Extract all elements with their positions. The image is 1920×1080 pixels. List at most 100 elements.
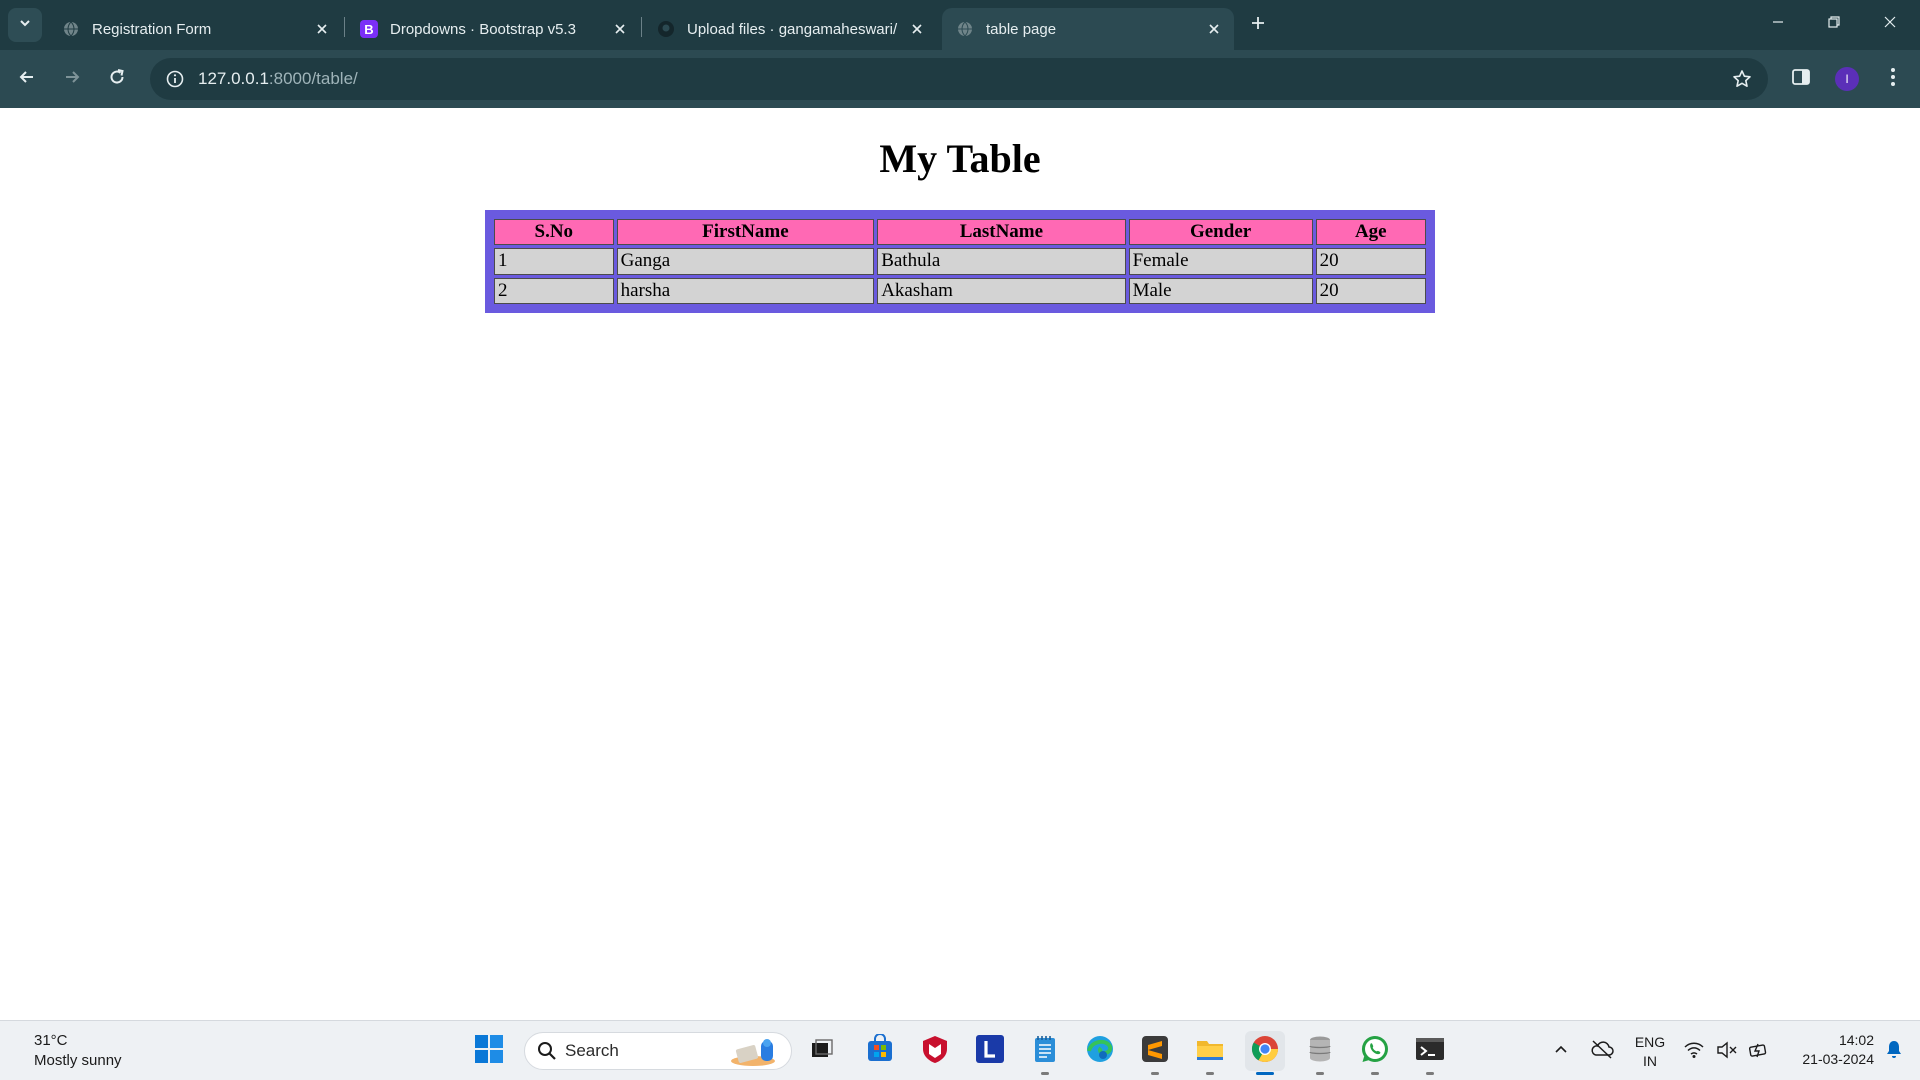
kebab-menu-icon: [1890, 67, 1896, 92]
restore-icon: [1827, 15, 1841, 34]
tab-title: Upload files · gangamaheswari/: [687, 20, 898, 38]
reload-icon: [108, 68, 126, 91]
chrome-icon: [1250, 1034, 1280, 1069]
table-row: 1 Ganga Bathula Female 20: [494, 248, 1426, 275]
weather-widget[interactable]: 31°C Mostly sunny: [34, 1031, 122, 1071]
cell-age: 20: [1315, 277, 1426, 304]
avatar: I: [1835, 67, 1859, 91]
reload-button[interactable]: [100, 62, 134, 96]
arrow-left-icon: [18, 68, 36, 91]
github-icon: [657, 20, 675, 38]
data-table-container: S.No FirstName LastName Gender Age 1 Gan…: [485, 210, 1435, 313]
close-tab-icon[interactable]: [1202, 17, 1226, 41]
tab-dropdowns-bootstrap[interactable]: B Dropdowns · Bootstrap v5.3: [346, 8, 640, 50]
taskbar-file-explorer[interactable]: [1190, 1031, 1230, 1075]
tab-strip: Registration Form B Dropdowns · Bootstra…: [0, 0, 1920, 50]
side-panel-icon: [1791, 67, 1811, 92]
edge-icon: [1085, 1034, 1115, 1069]
battery-charging-icon: [1748, 1040, 1770, 1065]
task-view-icon: [809, 1036, 835, 1067]
mcafee-shield-icon: [920, 1034, 950, 1069]
taskbar-search[interactable]: Search: [524, 1032, 792, 1070]
restore-button[interactable]: [1806, 0, 1862, 48]
clock[interactable]: 14:02 21-03-2024: [1780, 1031, 1874, 1069]
taskbar-edge[interactable]: [1080, 1031, 1120, 1071]
table-header-row: S.No FirstName LastName Gender Age: [494, 219, 1426, 245]
page-content: My Table S.No FirstName LastName Gender …: [0, 108, 1920, 1020]
close-tab-icon[interactable]: [310, 17, 334, 41]
cell-firstname: Ganga: [616, 248, 875, 275]
taskbar-database-app[interactable]: [1300, 1031, 1340, 1075]
clock-date: 21-03-2024: [1802, 1051, 1874, 1067]
back-button[interactable]: [10, 62, 44, 96]
url-host: 127.0.0.1: [198, 69, 269, 88]
show-hidden-icons-button[interactable]: [1541, 1031, 1581, 1071]
arrow-right-icon: [63, 68, 81, 91]
volume-muted-icon: [1716, 1041, 1738, 1064]
side-panel-button[interactable]: [1784, 62, 1818, 96]
weather-description: Mostly sunny: [34, 1052, 122, 1069]
profile-button[interactable]: I: [1830, 62, 1864, 96]
cell-sno: 1: [494, 248, 614, 275]
new-tab-button[interactable]: [1244, 11, 1272, 39]
taskbar-chrome[interactable]: [1245, 1031, 1285, 1075]
running-indicator: [1041, 1072, 1049, 1075]
column-header-age: Age: [1315, 219, 1426, 245]
browser-menu-button[interactable]: [1876, 62, 1910, 96]
globe-icon: [956, 20, 974, 38]
search-icon: [537, 1041, 557, 1061]
site-info-icon[interactable]: [154, 58, 196, 100]
taskbar-whatsapp[interactable]: [1355, 1031, 1395, 1075]
close-tab-icon[interactable]: [608, 17, 632, 41]
taskbar-microsoft-store[interactable]: [860, 1031, 900, 1071]
wifi-icon: [1684, 1041, 1704, 1064]
notifications-button[interactable]: [1876, 1031, 1912, 1071]
store-icon: [865, 1032, 895, 1069]
tab-title: table page: [986, 20, 1057, 38]
close-tab-icon[interactable]: [905, 17, 929, 41]
running-indicator: [1151, 1072, 1159, 1075]
input-language-indicator[interactable]: ENG IN: [1628, 1033, 1672, 1071]
language-code: ENG: [1634, 1034, 1666, 1050]
globe-icon: [62, 20, 80, 38]
running-indicator: [1371, 1072, 1379, 1075]
language-region: IN: [1643, 1053, 1657, 1069]
close-icon: [1883, 15, 1897, 34]
tab-separator: [344, 17, 345, 37]
running-indicator: [1316, 1072, 1324, 1075]
sublime-text-icon: [1140, 1034, 1170, 1069]
taskbar-app-l[interactable]: [970, 1031, 1010, 1071]
minimize-button[interactable]: [1750, 0, 1806, 48]
terminal-icon: [1415, 1034, 1445, 1069]
task-view-button[interactable]: [802, 1031, 842, 1071]
quick-settings-button[interactable]: [1676, 1031, 1784, 1071]
taskbar-mcafee[interactable]: [915, 1031, 955, 1071]
tab-registration-form[interactable]: Registration Form: [48, 8, 342, 50]
page-title: My Table: [879, 136, 1041, 181]
folder-icon: [1195, 1034, 1225, 1069]
forward-button[interactable]: [55, 62, 89, 96]
cell-lastname: Bathula: [877, 248, 1126, 275]
tab-upload-files-github[interactable]: Upload files · gangamaheswari/: [643, 8, 937, 50]
start-button[interactable]: [469, 1031, 509, 1071]
cell-age: 20: [1315, 248, 1426, 275]
taskbar-terminal[interactable]: [1410, 1031, 1450, 1075]
active-indicator: [1256, 1072, 1274, 1075]
taskbar-notepad[interactable]: [1025, 1031, 1065, 1075]
tab-title: Dropdowns · Bootstrap v5.3: [390, 20, 576, 38]
cloud-offline-icon: [1590, 1039, 1614, 1064]
bootstrap-icon: B: [360, 20, 378, 38]
close-window-button[interactable]: [1862, 0, 1918, 48]
bookmark-star-icon[interactable]: [1730, 67, 1754, 91]
taskbar-sublime-text[interactable]: [1135, 1031, 1175, 1075]
svg-text:B: B: [364, 22, 373, 37]
tab-table-page[interactable]: table page: [942, 8, 1234, 50]
taskbar: 31°C Mostly sunny Search ENG IN 14:02 21…: [0, 1020, 1920, 1080]
tab-search-button[interactable]: [8, 8, 42, 42]
browser-toolbar: 127.0.0.1:8000/table/ I: [0, 50, 1920, 108]
address-bar[interactable]: 127.0.0.1:8000/table/: [150, 58, 1768, 100]
cell-gender: Male: [1128, 277, 1313, 304]
weather-temperature: 31°C: [34, 1032, 68, 1049]
cell-gender: Female: [1128, 248, 1313, 275]
onedrive-status[interactable]: [1582, 1031, 1622, 1071]
